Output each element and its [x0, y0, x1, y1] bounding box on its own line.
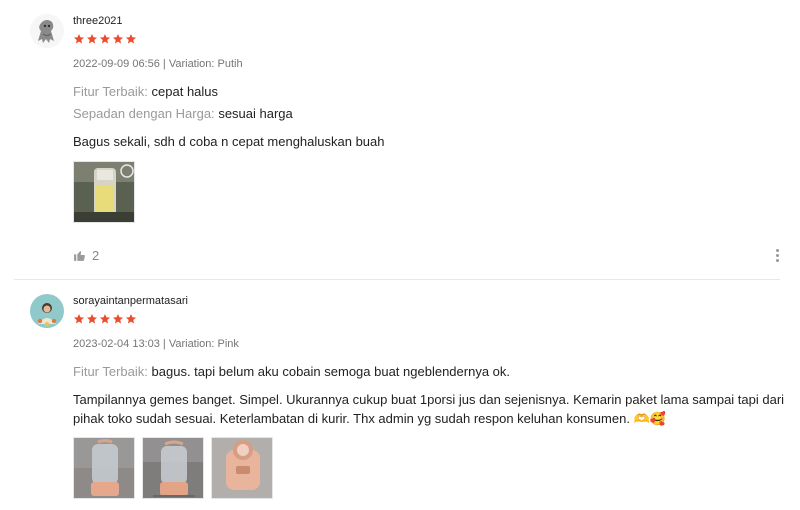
- reviewer-name[interactable]: three2021: [73, 15, 123, 27]
- review-photo[interactable]: [73, 437, 135, 499]
- attribute-value-for-money: Sepadan dengan Harga: sesuai harga: [73, 106, 293, 121]
- star-icon: [113, 314, 123, 324]
- star-icon: [100, 314, 110, 324]
- star-icon: [87, 34, 97, 44]
- reviewer-name[interactable]: sorayaintanpermatasari: [73, 295, 188, 307]
- review-divider: [14, 279, 780, 280]
- star-icon: [126, 314, 136, 324]
- more-vertical-icon: [776, 249, 779, 252]
- review-photo[interactable]: [142, 437, 204, 499]
- review-photo[interactable]: [211, 437, 273, 499]
- review-text: Tampilannya gemes banget. Simpel. Ukuran…: [73, 392, 785, 426]
- avatar[interactable]: [30, 294, 64, 328]
- rating-stars: [73, 33, 137, 45]
- more-options-button[interactable]: [776, 249, 780, 262]
- attribute-label: Sepadan dengan Harga:: [73, 106, 215, 121]
- review-photo-image: [143, 438, 203, 498]
- avatar-image: [30, 14, 64, 48]
- review-text: Bagus sekali, sdh d coba n cepat menghal…: [73, 134, 385, 149]
- star-icon: [113, 34, 123, 44]
- like-button[interactable]: 2: [73, 248, 99, 263]
- rating-stars: [73, 313, 137, 325]
- attribute-label: Fitur Terbaik:: [73, 84, 148, 99]
- star-icon: [100, 34, 110, 44]
- thumbs-up-icon: [74, 251, 85, 261]
- more-dot: [776, 254, 779, 257]
- review-photo-image: [74, 438, 134, 498]
- avatar[interactable]: [30, 14, 64, 48]
- star-icon: [74, 314, 84, 324]
- attribute-value: cepat halus: [151, 84, 219, 99]
- review-date-variation: 2022-09-09 06:56 | Variation: Putih: [73, 58, 243, 70]
- avatar-image: [30, 294, 64, 328]
- review-date-variation: 2023-02-04 13:03 | Variation: Pink: [73, 338, 239, 350]
- review-photo-image: [74, 162, 134, 222]
- star-icon: [87, 314, 97, 324]
- review-photo[interactable]: [73, 161, 135, 223]
- star-icon: [126, 34, 136, 44]
- more-dot: [776, 259, 779, 262]
- review-photo-image: [212, 438, 272, 498]
- attribute-best-feature: Fitur Terbaik: bagus. tapi belum aku cob…: [73, 364, 510, 379]
- attribute-label: Fitur Terbaik:: [73, 364, 148, 379]
- attribute-value: bagus. tapi belum aku cobain semoga buat…: [151, 364, 511, 379]
- star-icon: [74, 34, 84, 44]
- attribute-value: sesuai harga: [218, 106, 293, 121]
- like-count: 2: [92, 248, 100, 263]
- attribute-best-feature: Fitur Terbaik: cepat halus: [73, 84, 218, 99]
